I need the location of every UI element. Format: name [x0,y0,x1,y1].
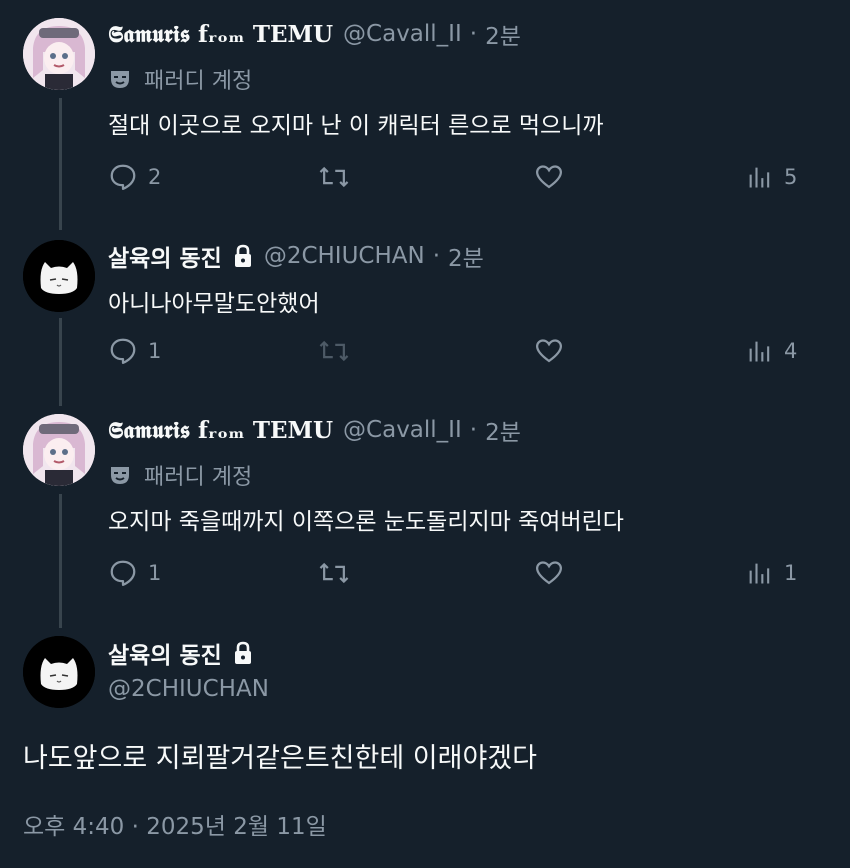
views-button[interactable]: 5 [746,162,797,192]
like-icon [535,339,563,363]
separator-dot: · [432,243,441,269]
main-display-name[interactable]: 살육의 동진 [108,636,222,670]
display-name[interactable]: 살육의 동진 [108,239,222,273]
lock-icon [234,244,251,267]
reply-button[interactable]: 1 [108,336,161,366]
retweet-button[interactable] [318,162,360,192]
main-timestamp[interactable]: 오후 4:40 · 2025년 2월 11일 [23,807,327,841]
like-button[interactable] [534,162,574,192]
retweet-icon [319,166,349,188]
retweet-button[interactable] [318,558,360,588]
main-avatar[interactable] [23,636,95,708]
timestamp[interactable]: 2분 [448,239,484,273]
timestamp[interactable]: 2분 [485,413,521,447]
like-icon [535,165,563,189]
tweet-text: 절대 이곳으로 오지마 난 이 캐릭터 른으로 먹으니까 [108,113,604,139]
like-button[interactable] [534,336,574,366]
reply-icon [110,338,136,364]
tweet-text: 아니나아무말도안했어 [108,291,320,317]
retweet-icon [319,562,349,584]
user-handle[interactable]: @Cavall_II [343,417,462,443]
lock-icon [234,641,251,664]
separator-dot: · [469,417,478,443]
display-name[interactable]: 𝕾𝖆𝖒𝖚𝖗𝖎𝖘 fᵣₒₘ TEMU [108,417,333,444]
parody-mask-icon [111,467,129,484]
reply-button[interactable]: 1 [108,558,161,588]
parody-mask-icon [111,71,129,88]
user-handle[interactable]: @Cavall_II [343,21,462,47]
views-icon [749,167,770,188]
reply-count: 1 [148,561,162,585]
views-button[interactable]: 1 [746,558,797,588]
reply-button[interactable]: 2 [108,162,161,192]
main-author[interactable]: 살육의 동진 [108,636,254,670]
views-icon [749,341,770,362]
views-button[interactable]: 4 [746,336,797,366]
reply-count: 1 [148,339,162,363]
reply-icon [110,164,136,190]
thread-line [59,494,62,628]
user-handle[interactable]: @2CHIUCHAN [264,243,425,269]
main-handle[interactable]: @2CHIUCHAN [108,676,269,702]
tweet-text: 오지마 죽을때까지 이쪽으론 눈도돌리지마 죽여버린다 [108,509,624,535]
view-count: 5 [784,165,798,189]
action-bar: 1 1 [108,558,808,592]
timestamp[interactable]: 2분 [485,17,521,51]
retweet-button[interactable] [318,336,360,366]
view-count: 4 [784,339,798,363]
thread-line [59,98,62,230]
parody-label: 패러디 계정 [108,63,252,95]
avatar[interactable] [23,414,95,486]
display-name[interactable]: 𝕾𝖆𝖒𝖚𝖗𝖎𝖘 fᵣₒₘ TEMU [108,21,333,48]
action-bar: 1 4 [108,336,808,370]
parody-label-text: 패러디 계정 [144,465,253,490]
reply-count: 2 [148,165,162,189]
avatar[interactable] [23,18,95,90]
view-count: 1 [784,561,798,585]
reply-icon [110,560,136,586]
parody-label: 패러디 계정 [108,459,252,491]
main-tweet-text: 나도앞으로 지뢰팔거같은트친한테 이래야겠다 [23,743,537,774]
retweet-icon [319,340,349,362]
like-button[interactable] [534,558,574,588]
thread-line [59,318,62,406]
separator-dot: · [469,21,478,47]
avatar[interactable] [23,240,95,312]
action-bar: 2 5 [108,162,808,196]
parody-label-text: 패러디 계정 [144,69,253,94]
views-icon [749,563,770,584]
like-icon [535,561,563,585]
